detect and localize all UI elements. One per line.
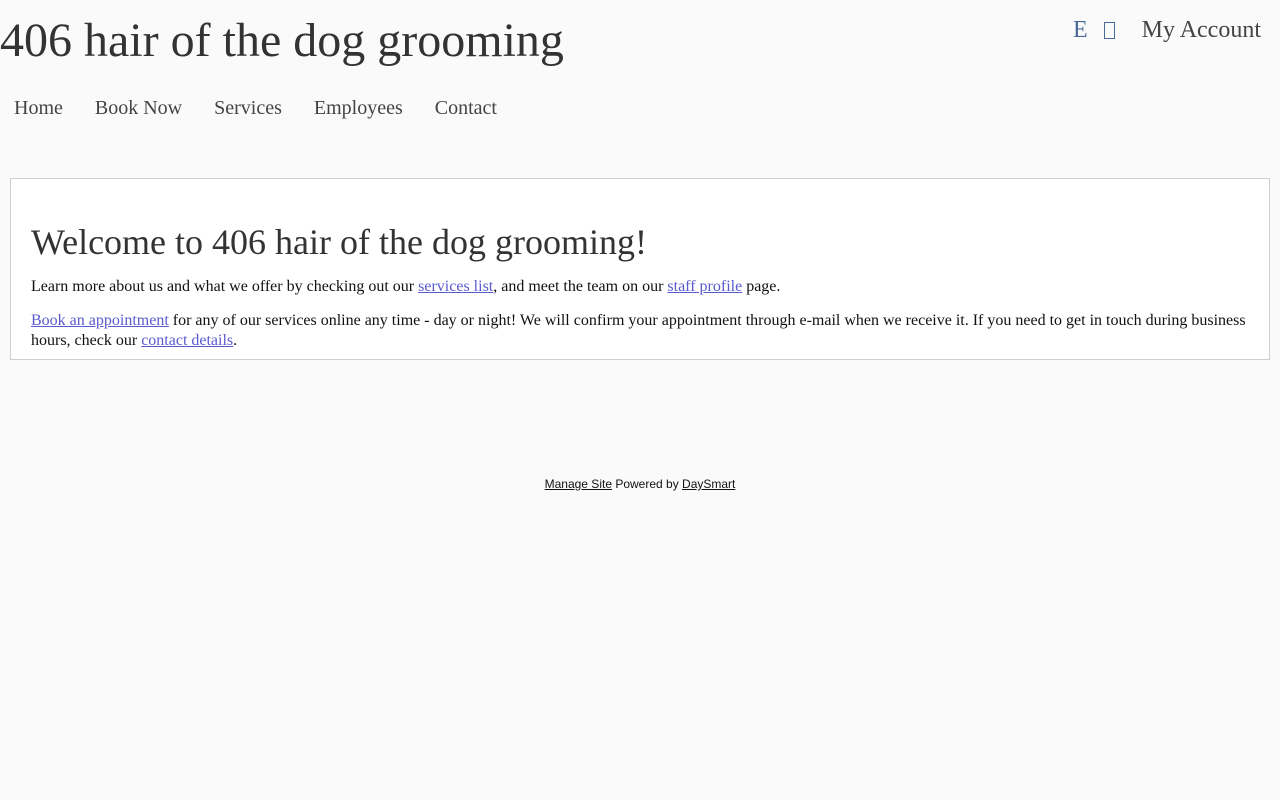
nav-services[interactable]: Services	[214, 95, 282, 121]
powered-by-text: Powered by	[612, 477, 683, 491]
intro-text-middle: , and meet the team on our	[493, 278, 668, 295]
cart-icon[interactable]	[1103, 21, 1115, 39]
top-actions: E My Account	[1073, 14, 1261, 46]
contact-details-link[interactable]: contact details	[141, 332, 233, 349]
booking-text-after: .	[233, 332, 238, 349]
manage-site-link[interactable]: Manage Site	[545, 477, 612, 491]
intro-text-before: Learn more about us and what we offer by…	[31, 278, 419, 295]
daysmart-link[interactable]: DaySmart	[682, 477, 735, 491]
booking-paragraph: Book an appointment for any of our servi…	[31, 311, 1249, 351]
nav-home[interactable]: Home	[14, 95, 63, 121]
intro-text-after: page.	[742, 278, 781, 295]
main-nav: Home Book Now Services Employees Contact	[14, 95, 529, 121]
nav-book-now[interactable]: Book Now	[95, 95, 182, 121]
e-glyph-icon[interactable]: E	[1073, 14, 1088, 46]
site-title: 406 hair of the dog grooming	[0, 14, 564, 67]
footer: Manage Site Powered by DaySmart	[0, 476, 1280, 492]
staff-profile-link[interactable]: staff profile	[667, 278, 742, 295]
welcome-heading: Welcome to 406 hair of the dog grooming!	[31, 222, 647, 262]
book-appointment-link[interactable]: Book an appointment	[31, 312, 169, 329]
nav-employees[interactable]: Employees	[314, 95, 403, 121]
nav-contact[interactable]: Contact	[435, 95, 497, 121]
page: 406 hair of the dog grooming E My Accoun…	[0, 0, 1280, 800]
intro-paragraph: Learn more about us and what we offer by…	[31, 277, 1249, 297]
services-list-link[interactable]: services list	[418, 278, 493, 295]
welcome-panel: Welcome to 406 hair of the dog grooming!…	[10, 178, 1270, 360]
my-account-link[interactable]: My Account	[1142, 14, 1261, 46]
